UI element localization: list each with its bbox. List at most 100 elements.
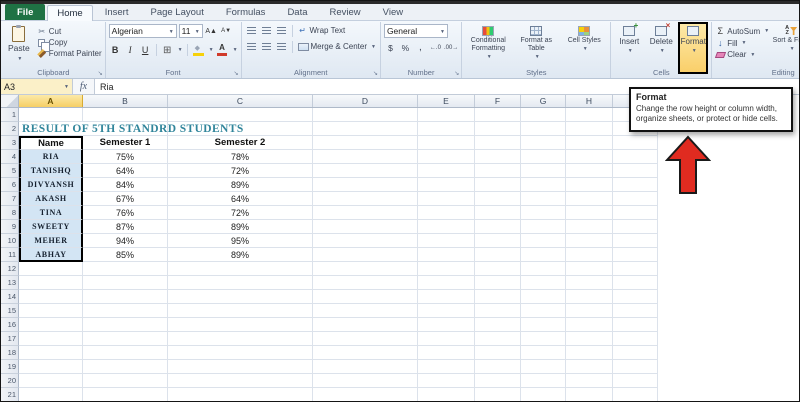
- cell-a18[interactable]: [19, 346, 83, 360]
- bold-button[interactable]: [109, 44, 122, 57]
- number-format-select[interactable]: General: [383, 24, 448, 38]
- underline-button[interactable]: [139, 44, 152, 57]
- font-name-select[interactable]: Algerian: [108, 24, 177, 38]
- cell-h21[interactable]: [566, 388, 613, 401]
- row-header-13[interactable]: 13: [1, 276, 19, 290]
- cell-a21[interactable]: [19, 388, 83, 401]
- cell-h2[interactable]: [566, 122, 613, 136]
- tab-file[interactable]: File: [5, 4, 46, 20]
- cell-f6[interactable]: [475, 178, 521, 192]
- cell-g21[interactable]: [521, 388, 566, 401]
- cell-g1[interactable]: [521, 108, 566, 122]
- cell-e7[interactable]: [418, 192, 475, 206]
- row-header-16[interactable]: 16: [1, 318, 19, 332]
- cell-d6[interactable]: [313, 178, 418, 192]
- cell-c13[interactable]: [168, 276, 313, 290]
- cell-e3[interactable]: [418, 136, 475, 150]
- cell-d21[interactable]: [313, 388, 418, 401]
- cell-d13[interactable]: [313, 276, 418, 290]
- cell-i10[interactable]: [613, 234, 658, 248]
- cell-c11[interactable]: 89%: [168, 248, 313, 262]
- cell-a2[interactable]: RESULT OF 5TH STANDRD STUDENTS: [19, 122, 243, 136]
- number-dialog-launcher[interactable]: [454, 71, 459, 77]
- cell-d2[interactable]: [313, 122, 418, 136]
- cell-b6[interactable]: 84%: [83, 178, 168, 192]
- row-header-15[interactable]: 15: [1, 304, 19, 318]
- cut-button[interactable]: Cut: [37, 27, 102, 36]
- cell-h9[interactable]: [566, 220, 613, 234]
- cell-c16[interactable]: [168, 318, 313, 332]
- clipboard-dialog-launcher[interactable]: [98, 71, 103, 77]
- format-as-table-button[interactable]: Format as Table: [513, 24, 559, 62]
- cell-a6[interactable]: DIVYANSH: [19, 178, 83, 192]
- cell-e6[interactable]: [418, 178, 475, 192]
- cell-b19[interactable]: [83, 360, 168, 374]
- cell-g12[interactable]: [521, 262, 566, 276]
- cell-h1[interactable]: [566, 108, 613, 122]
- cell-d14[interactable]: [313, 290, 418, 304]
- cell-f9[interactable]: [475, 220, 521, 234]
- cell-c21[interactable]: [168, 388, 313, 401]
- accounting-format-button[interactable]: [384, 41, 397, 54]
- cell-e16[interactable]: [418, 318, 475, 332]
- column-header-a[interactable]: A: [19, 95, 83, 107]
- cell-c20[interactable]: [168, 374, 313, 388]
- cell-g16[interactable]: [521, 318, 566, 332]
- cell-c14[interactable]: [168, 290, 313, 304]
- row-header-18[interactable]: 18: [1, 346, 19, 360]
- cell-c3[interactable]: Semester 2: [168, 136, 313, 150]
- cell-h10[interactable]: [566, 234, 613, 248]
- fill-button[interactable]: Fill: [715, 38, 769, 48]
- cell-c1[interactable]: [168, 108, 313, 122]
- column-header-b[interactable]: B: [83, 95, 168, 107]
- row-header-4[interactable]: 4: [1, 150, 19, 164]
- cell-h19[interactable]: [566, 360, 613, 374]
- cell-c8[interactable]: 72%: [168, 206, 313, 220]
- comma-style-button[interactable]: [414, 41, 427, 54]
- cell-i8[interactable]: [613, 206, 658, 220]
- cell-a16[interactable]: [19, 318, 83, 332]
- cell-c17[interactable]: [168, 332, 313, 346]
- cell-i14[interactable]: [613, 290, 658, 304]
- cell-b11[interactable]: 85%: [83, 248, 168, 262]
- row-header-1[interactable]: 1: [1, 108, 19, 122]
- cell-g15[interactable]: [521, 304, 566, 318]
- clear-button[interactable]: Clear: [714, 50, 769, 59]
- tab-page-layout[interactable]: Page Layout: [140, 4, 213, 20]
- cell-f10[interactable]: [475, 234, 521, 248]
- cell-b14[interactable]: [83, 290, 168, 304]
- percent-style-button[interactable]: [399, 41, 412, 54]
- align-bottom-button[interactable]: [275, 24, 288, 37]
- cell-a14[interactable]: [19, 290, 83, 304]
- cell-f20[interactable]: [475, 374, 521, 388]
- cell-f18[interactable]: [475, 346, 521, 360]
- cell-b15[interactable]: [83, 304, 168, 318]
- cell-c15[interactable]: [168, 304, 313, 318]
- cell-b5[interactable]: 64%: [83, 164, 168, 178]
- cell-h15[interactable]: [566, 304, 613, 318]
- autosum-button[interactable]: AutoSum: [715, 26, 769, 36]
- row-header-19[interactable]: 19: [1, 360, 19, 374]
- font-color-button[interactable]: [216, 43, 229, 57]
- cell-d5[interactable]: [313, 164, 418, 178]
- delete-cells-button[interactable]: Delete: [646, 21, 676, 55]
- merge-center-button[interactable]: Merge & Center: [297, 42, 377, 51]
- cell-f1[interactable]: [475, 108, 521, 122]
- cell-a5[interactable]: TANISHQ: [19, 164, 83, 178]
- cell-c10[interactable]: 95%: [168, 234, 313, 248]
- row-header-10[interactable]: 10: [1, 234, 19, 248]
- cell-f4[interactable]: [475, 150, 521, 164]
- cell-d15[interactable]: [313, 304, 418, 318]
- italic-button[interactable]: [124, 44, 137, 57]
- cell-d11[interactable]: [313, 248, 418, 262]
- row-header-5[interactable]: 5: [1, 164, 19, 178]
- cell-g14[interactable]: [521, 290, 566, 304]
- column-header-g[interactable]: G: [521, 95, 566, 107]
- cell-i13[interactable]: [613, 276, 658, 290]
- select-all-corner[interactable]: [1, 95, 19, 107]
- cell-b9[interactable]: 87%: [83, 220, 168, 234]
- cell-i7[interactable]: [613, 192, 658, 206]
- cell-d20[interactable]: [313, 374, 418, 388]
- cell-e2[interactable]: [418, 122, 475, 136]
- cell-b18[interactable]: [83, 346, 168, 360]
